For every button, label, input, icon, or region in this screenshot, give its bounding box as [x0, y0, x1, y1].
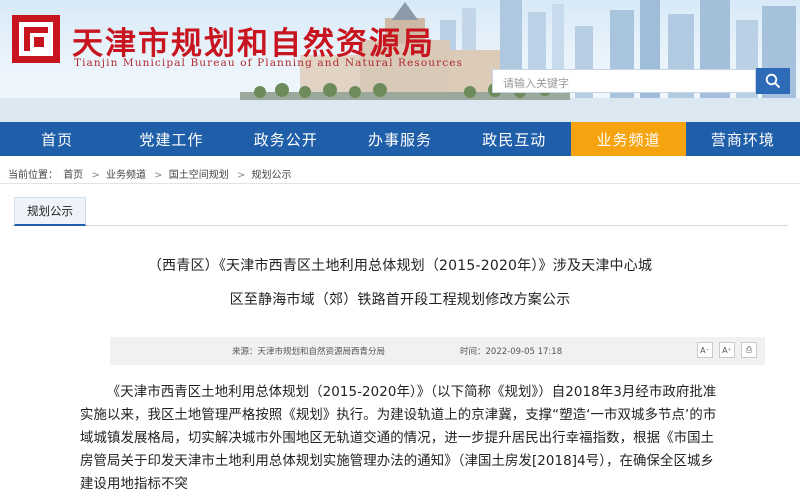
breadcrumb-item-business-channel[interactable]: 业务频道 [106, 170, 146, 181]
tab-planning-notice[interactable]: 规划公示 [14, 197, 86, 226]
breadcrumb-separator: > [236, 170, 246, 181]
breadcrumb-item-home[interactable]: 首页 [63, 170, 83, 181]
breadcrumb-separator: > [91, 170, 100, 181]
nav-item-party-work[interactable]: 党建工作 [114, 122, 228, 156]
article-body: 《天津市西青区土地利用总体规划（2015-2020年）》（以下简称《规划》）自2… [80, 381, 720, 496]
article-meta-bar: 来源：天津市规划和自然资源局西青分局 时间：2022-09-05 17:18 A… [110, 337, 765, 365]
article-tools: A⁻ A⁺ ⎙ [697, 342, 757, 358]
breadcrumb-separator: > [154, 170, 163, 181]
divider [0, 183, 800, 184]
breadcrumb-item-spatial-planning[interactable]: 国土空间规划 [169, 170, 229, 181]
section-tab-bar: 规划公示 [12, 196, 788, 226]
breadcrumb: 当前位置： 首页 > 业务频道 > 国土空间规划 > 规划公示 [8, 166, 293, 181]
search-input[interactable]: 请输入关键字 [492, 69, 756, 93]
article-paragraph: 《天津市西青区土地利用总体规划（2015-2020年）》（以下简称《规划》）自2… [80, 385, 717, 492]
site-header-banner: 天津市规划和自然资源局 Tianjin Municipal Bureau of … [0, 0, 800, 122]
search-button[interactable] [756, 68, 790, 94]
main-nav: 首页 党建工作 政务公开 办事服务 政民互动 业务频道 营商环境 [0, 122, 800, 156]
article-time: 时间：2022-09-05 17:18 [460, 347, 563, 357]
nav-item-business-channel[interactable]: 业务频道 [571, 122, 686, 156]
print-icon[interactable]: ⎙ [741, 342, 757, 358]
nav-item-interaction[interactable]: 政民互动 [457, 122, 571, 156]
nav-item-home[interactable]: 首页 [0, 122, 114, 156]
search-icon [765, 73, 781, 89]
article-title-line-2: 区至静海市域（郊）铁路首开段工程规划修改方案公示 [229, 292, 571, 308]
article-source: 来源：天津市规划和自然资源局西青分局 [232, 347, 386, 357]
breadcrumb-item-planning-notice[interactable]: 规划公示 [251, 170, 291, 181]
font-increase-icon[interactable]: A⁺ [719, 342, 735, 358]
font-decrease-icon[interactable]: A⁻ [697, 342, 713, 358]
bureau-logo-icon [12, 15, 60, 63]
nav-item-business-environment[interactable]: 营商环境 [686, 122, 800, 156]
nav-item-services[interactable]: 办事服务 [343, 122, 457, 156]
site-subtitle: Tianjin Municipal Bureau of Planning and… [74, 57, 464, 69]
breadcrumb-prefix: 当前位置： [8, 170, 58, 181]
article-title-line-1: （西青区）《天津市西青区土地利用总体规划（2015-2020年）》涉及天津中心城 [147, 258, 653, 274]
nav-item-government-affairs[interactable]: 政务公开 [229, 122, 343, 156]
